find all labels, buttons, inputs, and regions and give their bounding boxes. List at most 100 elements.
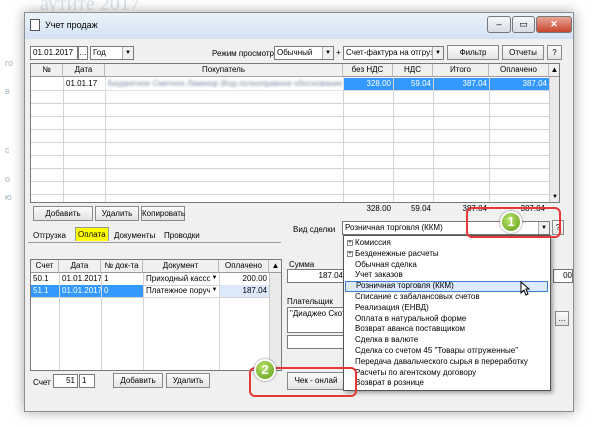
payer-select-button[interactable]: ...	[555, 311, 569, 326]
list-item[interactable]: Учет заказов	[345, 270, 548, 281]
chevron-down-icon: ▼	[432, 47, 443, 59]
column-header[interactable]: без НДС	[343, 64, 393, 77]
list-item[interactable]: Возврат в рознице	[345, 378, 548, 389]
ellipsis-icon: …	[79, 48, 87, 57]
payer-field[interactable]: "Диаджео Скот	[287, 307, 347, 333]
column-header[interactable]: № док-та	[101, 260, 143, 273]
step-badge: 1	[500, 211, 522, 233]
total-net: 328.00	[366, 204, 391, 213]
column-header[interactable]: №	[31, 64, 63, 77]
column-header[interactable]: Оплачено	[219, 260, 269, 273]
expand-icon[interactable]: +	[347, 250, 353, 257]
title-bar[interactable]: Учет продаж – ▭ ✕	[25, 13, 573, 39]
list-item[interactable]: Списание с забалансовых счетов	[345, 292, 548, 303]
payer-extra-field[interactable]	[287, 335, 347, 349]
payment-doc: Платежное поруче	[146, 286, 210, 295]
payment-date: 01.01.2017	[60, 285, 101, 297]
list-item[interactable]: Сделка со счетом 45 "Товары отгруженные"	[345, 346, 548, 357]
help-button[interactable]: ?	[547, 45, 562, 60]
date-field[interactable]: 01.01.2017	[30, 46, 78, 60]
payment-paid: 200.00	[242, 274, 267, 283]
column-header[interactable]: Дата	[63, 64, 105, 77]
payment-paid: 187.04	[220, 285, 269, 297]
row-number	[31, 78, 63, 90]
list-item[interactable]: + Безденежные расчеты	[345, 249, 548, 260]
period-value: Год	[93, 48, 106, 57]
list-item[interactable]: Расчеты по агентскому договору	[345, 368, 548, 379]
doc-type-value: Счет-фактура на отгрузку	[346, 48, 442, 57]
tab-postings[interactable]: Проводки	[162, 229, 202, 243]
row-vat: 59.04	[394, 78, 433, 90]
row-total: 387.04	[434, 78, 489, 90]
row-paid: 387.04	[490, 78, 549, 90]
column-header[interactable]: Счет	[31, 260, 59, 273]
close-button[interactable]: ✕	[536, 16, 572, 33]
scroll-up-icon[interactable]: ▲	[549, 64, 559, 77]
column-header[interactable]: Документ	[143, 260, 219, 273]
expand-icon[interactable]: +	[347, 240, 353, 246]
list-item[interactable]: Передача давальческого сырья в переработ…	[345, 357, 548, 368]
chevron-down-icon[interactable]: ▼	[210, 273, 219, 285]
background-text: в	[5, 86, 10, 96]
filter-button[interactable]: Фильтр	[447, 45, 499, 60]
account-label: Счет	[33, 378, 51, 387]
tab-documents[interactable]: Документы	[112, 229, 157, 243]
tab-payment[interactable]: Оплата	[75, 227, 109, 241]
list-item-selected[interactable]: Розничная торговля (ККМ)	[345, 281, 548, 292]
payer-label: Плательщик	[287, 297, 333, 306]
list-item[interactable]: Обычная сделка	[345, 260, 548, 271]
list-item[interactable]: Реализация (ЕНВД)	[345, 303, 548, 314]
doc-type-select[interactable]: Счет-фактура на отгрузку ▼	[343, 46, 444, 60]
date-picker-button[interactable]: …	[78, 46, 88, 60]
payments-table[interactable]: Счет Дата № док-та Документ Оплачено ▲ 5…	[30, 259, 282, 371]
tab-shipment[interactable]: Отгрузка	[31, 229, 68, 243]
payment-doc-number: 0	[102, 285, 143, 297]
chevron-down-icon[interactable]: ▼	[210, 285, 219, 297]
payment-doc-number: 1	[104, 274, 109, 283]
deal-type-label: Вид сделки	[293, 225, 336, 234]
delete-row-button[interactable]: Удалить	[95, 206, 139, 221]
window-title: Учет продаж	[45, 20, 98, 30]
subaccount-field[interactable]: 1	[79, 374, 95, 388]
mode-label: Режим просмотра:	[212, 49, 281, 58]
vertical-scrollbar[interactable]	[549, 77, 559, 202]
payment-doc: Приходный кассов	[146, 274, 210, 283]
right-field[interactable]: 00	[553, 269, 573, 283]
list-item-label: Безденежные расчеты	[355, 248, 439, 258]
list-item[interactable]: Оплата в натуральной форме	[345, 314, 548, 325]
sum-field[interactable]: 187.04	[287, 269, 347, 283]
column-header[interactable]: Дата	[59, 260, 101, 273]
delete-payment-button[interactable]: Удалить	[166, 373, 210, 388]
cursor-icon	[520, 281, 530, 296]
minimize-button[interactable]: –	[487, 16, 511, 33]
background-text: ю	[5, 192, 12, 202]
add-payment-button[interactable]: Добавить	[113, 373, 163, 388]
total-vat: 59.04	[410, 204, 431, 213]
period-select[interactable]: Год ▼	[90, 46, 134, 60]
mode-select[interactable]: Обычный ▼	[274, 46, 334, 60]
background-text: го	[5, 58, 14, 68]
minimize-icon: –	[496, 19, 502, 29]
sales-table[interactable]: № Дата Покупатель без НДС НДС Итого Опла…	[30, 63, 560, 203]
column-header[interactable]: НДС	[393, 64, 433, 77]
account-field[interactable]: 51	[53, 374, 78, 388]
maximize-button[interactable]: ▭	[512, 16, 535, 33]
payment-date: 01.01.2017	[62, 274, 101, 283]
reports-button[interactable]: Отчеты	[502, 45, 544, 60]
deal-type-list[interactable]: + Комиссия + Безденежные расчеты Обычная с…	[343, 235, 551, 391]
copy-row-button[interactable]: Копировать	[141, 206, 185, 221]
list-item-label: Комиссия	[355, 238, 391, 247]
vertical-scrollbar[interactable]	[269, 273, 281, 370]
scroll-up-icon[interactable]: ▲	[269, 260, 281, 273]
column-header[interactable]: Итого	[433, 64, 489, 77]
column-header[interactable]: Оплачено	[489, 64, 549, 77]
row-date: 01.01.17	[66, 79, 98, 88]
scroll-down-icon[interactable]: ▼	[549, 191, 559, 202]
list-item[interactable]: + Комиссия	[345, 238, 548, 249]
column-header[interactable]: Покупатель	[105, 64, 343, 77]
list-item[interactable]: Сделка в валюте	[345, 335, 548, 346]
list-item[interactable]: Возврат аванса поставщиком	[345, 324, 548, 335]
sum-label: Сумма	[289, 260, 315, 269]
step-badge: 2	[254, 359, 276, 381]
add-row-button[interactable]: Добавить	[33, 206, 93, 221]
